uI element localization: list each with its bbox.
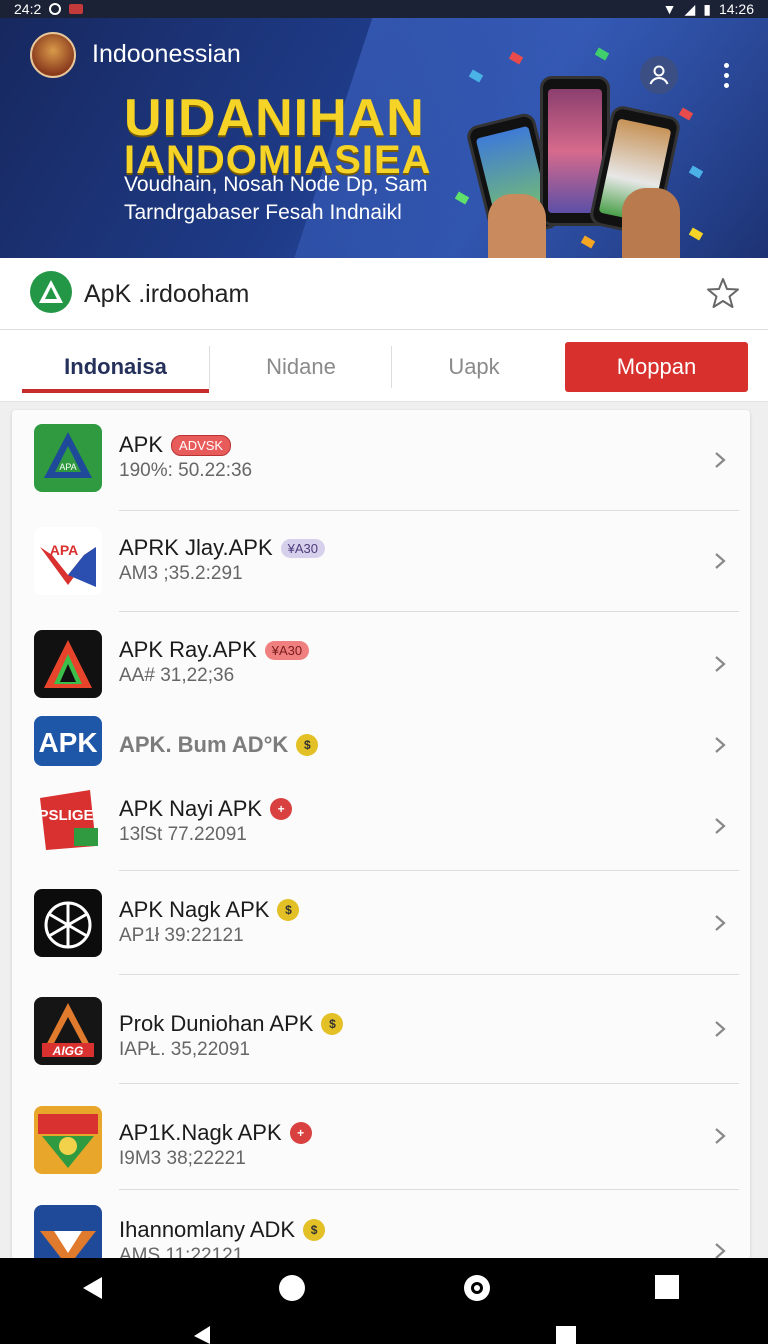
app-meta: AM3 ;35.2:291: [119, 563, 243, 584]
status-clock: 14:26: [718, 1, 754, 17]
chevron-right-icon: [715, 452, 726, 468]
tab-uapk[interactable]: Uapk: [392, 342, 556, 392]
moppan-button[interactable]: Moppan: [565, 342, 748, 392]
app-icon: [34, 1205, 102, 1260]
app-meta: 13ſSt 77.22091: [119, 824, 247, 845]
system-nav-bar: [0, 1258, 768, 1344]
app-title: Ihannomlany ADK $: [119, 1217, 326, 1243]
signal-icon: ◢: [684, 0, 696, 17]
app-icon-label: APA: [50, 542, 79, 558]
app-title: AP1K.Nagk APK +: [119, 1120, 312, 1146]
app-meta: AA# 31,22;36: [119, 665, 235, 686]
app-icon: APK: [34, 716, 102, 766]
chevron-right-icon: [715, 1128, 726, 1144]
badge-icon: +: [289, 1122, 312, 1144]
chevron-right-icon: [715, 737, 726, 753]
coin-badge: $: [321, 1013, 344, 1035]
banner-brand: Indoonessian: [92, 40, 241, 68]
chevron-right-icon: [715, 1021, 726, 1037]
dot: [723, 62, 729, 68]
app-icon: [34, 630, 102, 698]
app-icon-label: APA: [59, 462, 76, 472]
app-icon-label: PSLIGE: [38, 807, 93, 824]
app-meta: 190%: 50.22:36: [119, 460, 253, 481]
app-badge: ¥A30: [280, 538, 326, 558]
app-meta: AP1ł 39:22121: [119, 925, 244, 946]
user-icon: [649, 65, 669, 85]
app-logo-icon: [30, 271, 72, 313]
app-icon: AIGG: [34, 997, 102, 1065]
coin-badge: $: [296, 734, 319, 756]
app-badge: ¥A30: [264, 640, 310, 660]
app-title: APK ADVSK: [119, 432, 232, 458]
app-meta: I9M3 38;22221: [119, 1148, 246, 1169]
recents-icon[interactable]: [654, 1274, 680, 1300]
banner-subtitle-line2: Tarndrgabaser Fesah Indnaikl: [124, 201, 402, 224]
app-title: APK. Bum AD°K $: [119, 732, 319, 758]
back-icon-secondary: [194, 1326, 210, 1344]
list-item[interactable]: PSLIGE APK Nayi APK + 13ſSt 77.22091: [12, 772, 750, 872]
favorite-star-icon[interactable]: [706, 276, 740, 310]
chevron-right-icon: [715, 553, 726, 569]
dot: [723, 72, 729, 78]
chevron-right-icon: [715, 818, 726, 834]
app-icon: APA: [34, 424, 102, 492]
dot: [723, 82, 729, 88]
status-alarm-icon: [49, 3, 62, 15]
chevron-right-icon: [715, 915, 726, 931]
battery-icon: ▮: [703, 0, 711, 17]
app-header: ApK .irdooham: [0, 258, 768, 330]
app-list: APA APK ADVSK 190%: 50.22:36 APA APRK Jla…: [12, 410, 750, 1260]
chevron-right-icon: [715, 656, 726, 672]
status-bar: 24:2 ▼ ◢ ▮ 14:26: [0, 0, 768, 18]
list-item[interactable]: APK APK. Bum AD°K $: [12, 712, 750, 772]
app-icon-label: APK: [38, 727, 97, 758]
app-title: APK Nagk APK $: [119, 897, 300, 923]
status-notification-icon: [69, 4, 84, 14]
wifi-icon: ▼: [662, 1, 677, 17]
app-icon: PSLIGE: [34, 784, 102, 852]
list-item[interactable]: APK Nagk APK $ AP1ł 39:22121: [12, 871, 750, 976]
list-item[interactable]: APA APK ADVSK 190%: 50.22:36: [12, 410, 750, 511]
app-icon-label: AIGG: [52, 1044, 84, 1058]
app-icon: [34, 1106, 102, 1174]
list-item[interactable]: AP1K.Nagk APK + I9M3 38;22221: [12, 1084, 750, 1191]
app-badge: ADVSK: [171, 434, 232, 456]
recents-icon-secondary: [556, 1326, 576, 1344]
tab-bar: Indonaisa Nidane Uapk Moppan: [0, 330, 768, 402]
list-item[interactable]: AIGG Prok Duniohan APK $ IAPŁ. 35,22091: [12, 975, 750, 1085]
badge-icon: +: [270, 798, 293, 820]
hero-banner[interactable]: Indoonessian UIDANIHAN IANDOMIASIEA Voud…: [0, 18, 768, 258]
coin-badge: $: [277, 899, 300, 921]
app-meta: IAPŁ. 35,22091: [119, 1039, 250, 1060]
overflow-menu-button[interactable]: [712, 58, 740, 92]
app-title: APK Nayi APK +: [119, 796, 293, 822]
banner-logo-icon: [30, 32, 76, 78]
app-title: APK Ray.APK ¥A30: [119, 637, 310, 663]
tab-nidane[interactable]: Nidane: [210, 342, 392, 392]
assistant-icon[interactable]: [463, 1274, 491, 1302]
active-tab-indicator: [22, 389, 209, 393]
app-name: ApK .irdooham: [84, 280, 250, 308]
app-title: Prok Duniohan APK $: [119, 1011, 344, 1037]
status-time: 24:2: [14, 1, 42, 17]
list-item[interactable]: APK Ray.APK ¥A30 AA# 31,22;36: [12, 612, 750, 712]
app-icon: APA: [34, 527, 102, 595]
app-title: APRK Jlay.APK ¥A30: [119, 535, 326, 561]
banner-subtitle-line1: Voudhain, Nosah Node Dp, Sam: [124, 173, 428, 196]
list-item[interactable]: Ihannomlany ADK $ AMS 11:22121: [12, 1191, 750, 1260]
back-icon[interactable]: [78, 1274, 106, 1302]
coin-badge: $: [303, 1219, 326, 1241]
tab-indonaisa[interactable]: Indonaisa: [22, 342, 209, 392]
list-item[interactable]: APA APRK Jlay.APK ¥A30 AM3 ;35.2:291: [12, 511, 750, 612]
app-icon: [34, 889, 102, 957]
home-icon[interactable]: [278, 1274, 306, 1302]
account-button[interactable]: [640, 56, 678, 94]
row-divider: [119, 1189, 739, 1190]
